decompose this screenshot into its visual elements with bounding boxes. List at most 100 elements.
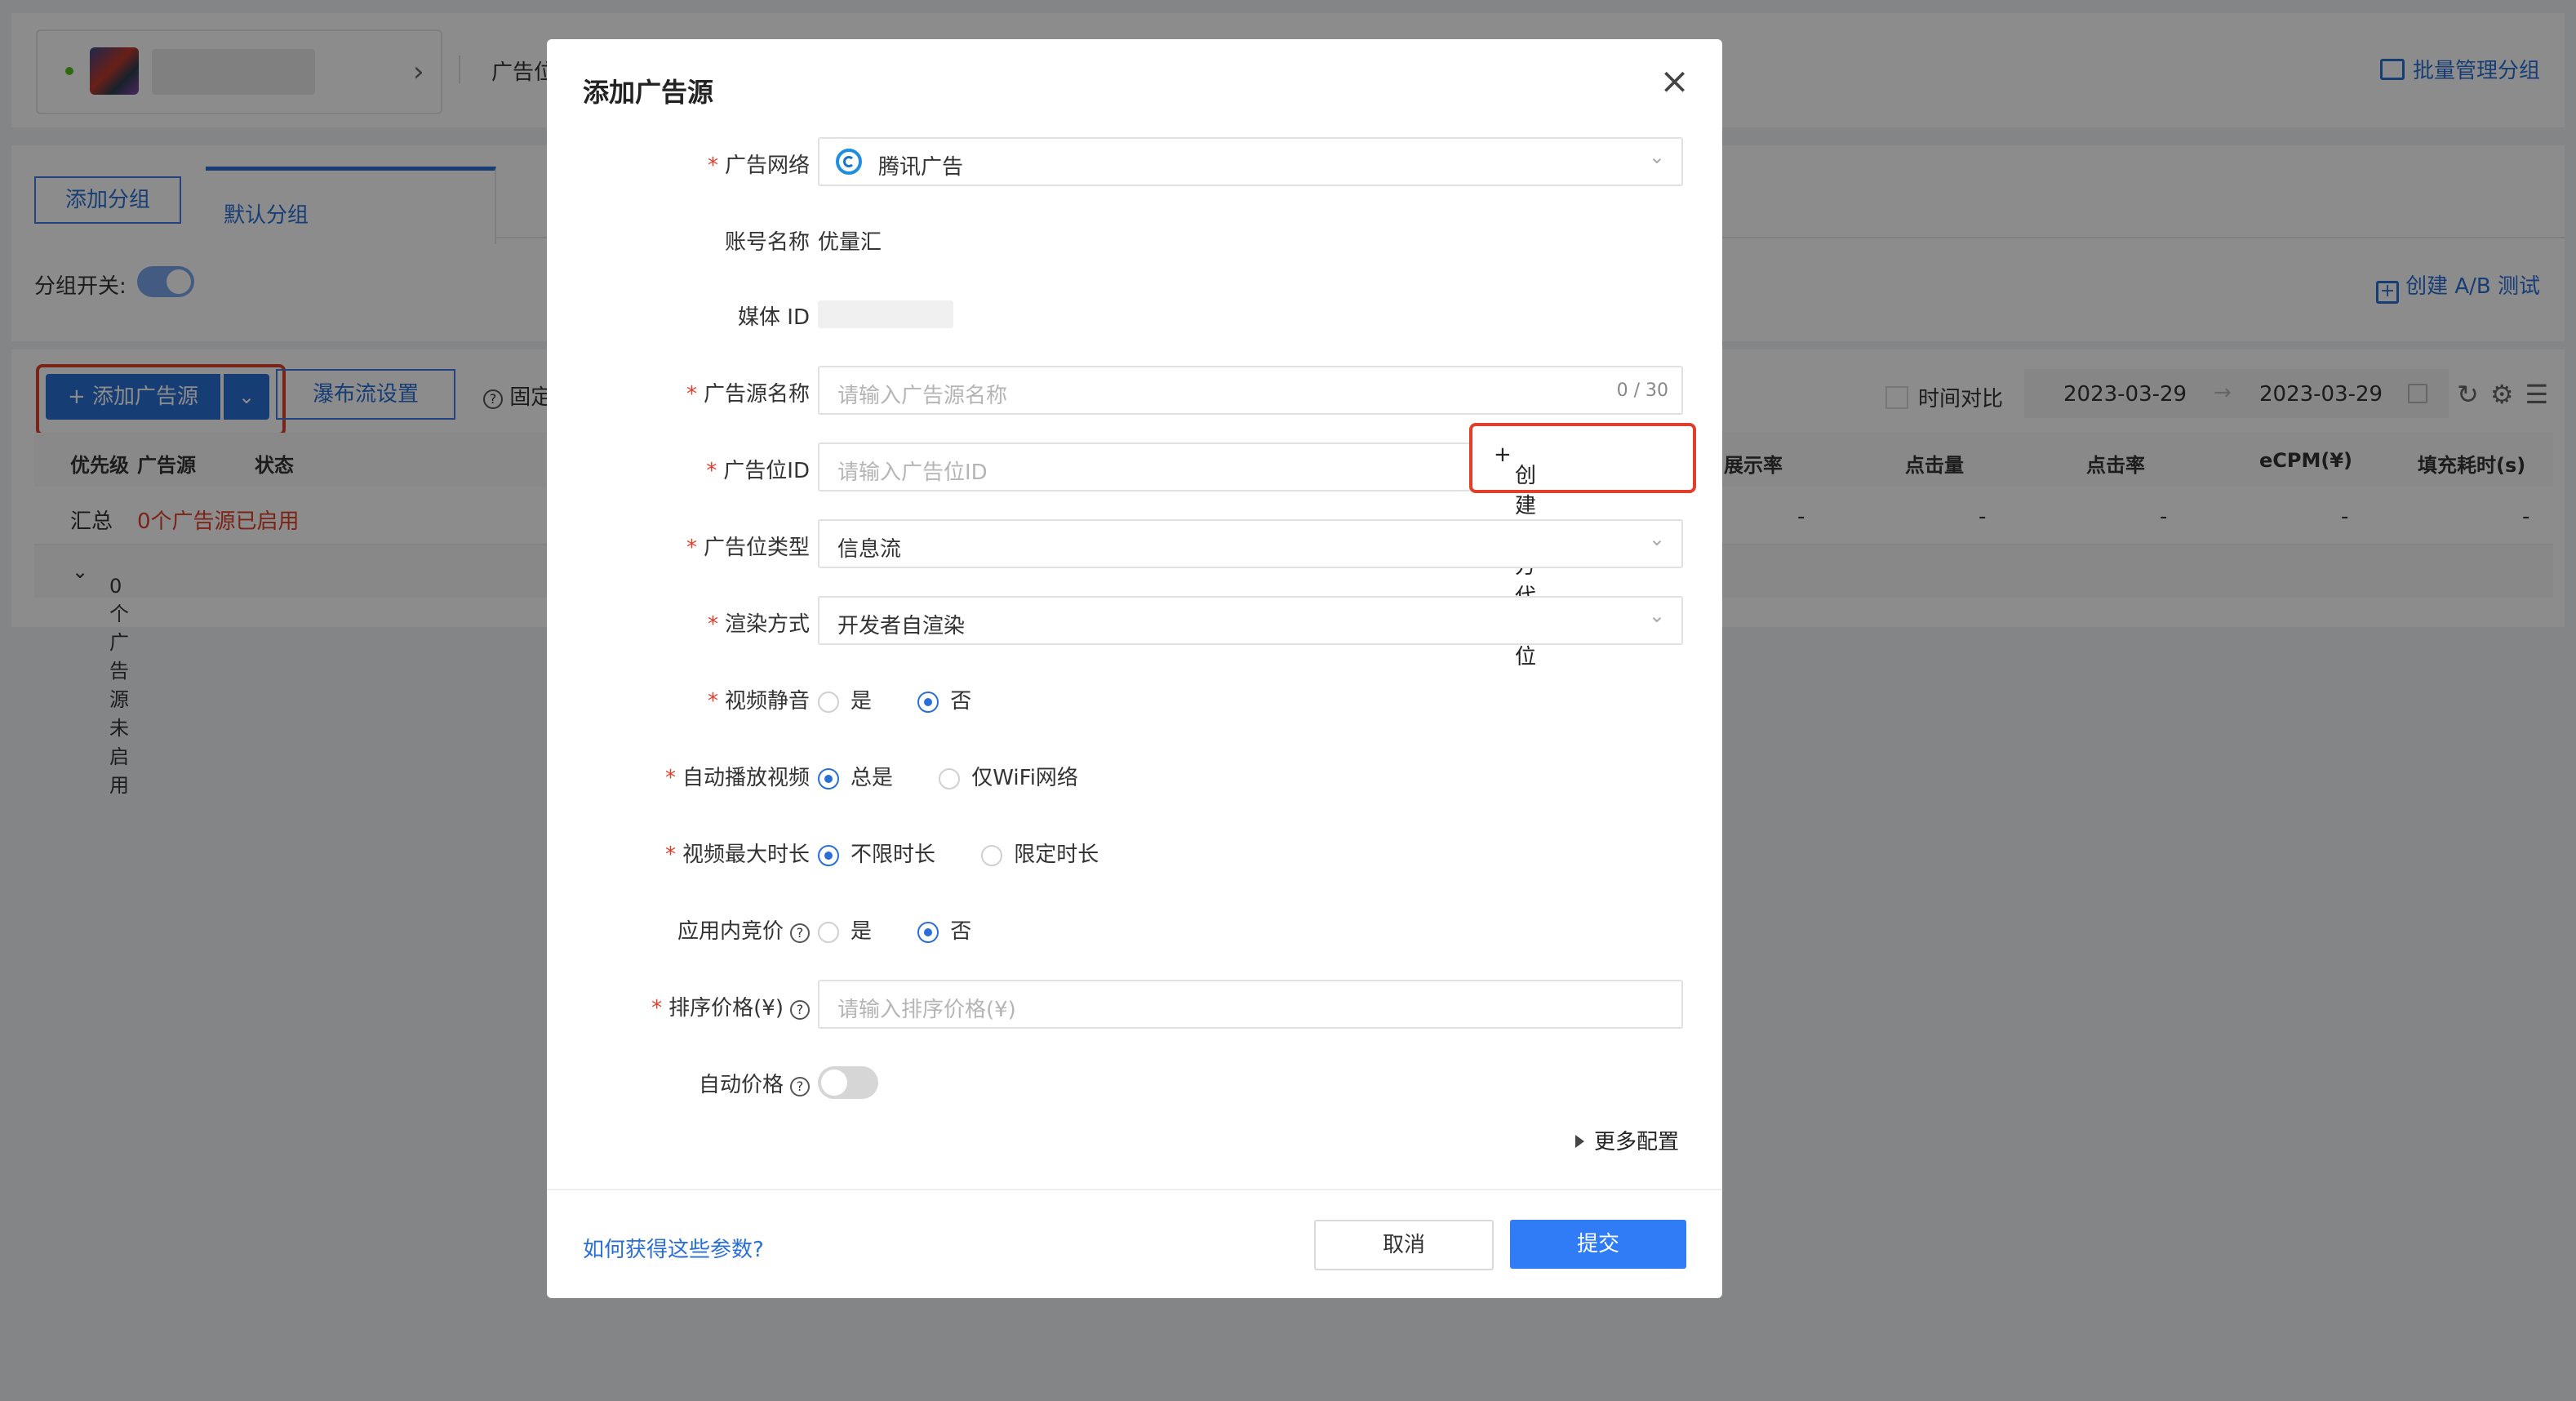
source-name-input[interactable]: 请输入广告源名称 0 / 30 [818,366,1683,415]
field-label: * 渲染方式 [708,607,810,638]
create-third-party-slot-button[interactable]: + 创建三方代码位 [1469,423,1696,669]
field-ad-slot-type: * 广告位类型 信息流 ⌄ [547,519,1722,568]
tencent-ads-icon [836,149,862,175]
field-video-mute: * 视频静音 是 否 [547,673,1722,722]
field-source-name: * 广告源名称 请输入广告源名称 0 / 30 [547,366,1722,415]
field-label: 账号名称 [724,230,810,255]
field-account-name: 账号名称 优量汇 [547,214,1722,263]
radio-option[interactable]: 总是 [818,761,893,791]
radio-label: 不限时长 [851,843,936,867]
required-mark: * [707,612,718,637]
radio-label: 是 [851,689,873,714]
radio-icon [981,845,1003,866]
field-in-app-bidding: 应用内竞价? 是 否 [547,903,1722,952]
field-video-max-duration: * 视频最大时长 不限时长 限定时长 [547,826,1722,875]
required-mark: * [686,536,697,560]
required-mark: * [706,459,717,483]
radio-label: 否 [950,919,972,944]
caret-right-icon [1575,1135,1584,1148]
sort-price-input[interactable]: 请输入排序价格(¥) [818,980,1683,1029]
field-label: 媒体 ID [738,305,810,330]
label-text: 自动价格 [698,1073,784,1097]
input-placeholder: 请输入广告位ID [837,460,988,485]
submit-button[interactable]: 提交 [1510,1220,1686,1269]
radio-checked-icon [818,845,839,866]
radio-option[interactable]: 否 [917,684,971,714]
autoplay-radio-group: 总是 仅WiFi网络 [818,761,1117,791]
label-text: 广告位类型 [703,536,810,560]
chevron-down-icon: ⌄ [1648,145,1665,168]
radio-option[interactable]: 否 [917,914,971,945]
help-icon[interactable]: ? [790,1000,810,1020]
ad-slot-type-select[interactable]: 信息流 ⌄ [818,519,1683,568]
more-config-label: 更多配置 [1594,1130,1680,1154]
chevron-down-icon: ⌄ [1648,527,1665,550]
label-text: 应用内竞价 [677,919,784,944]
radio-option[interactable]: 仅WiFi网络 [939,761,1078,791]
radio-label: 是 [851,919,873,944]
required-mark: * [664,766,676,790]
account-name-value: 优量汇 [818,230,882,255]
bidding-radio-group: 是 否 [818,914,1010,945]
more-config-toggle[interactable]: 更多配置 [1575,1125,1679,1155]
field-ad-network: * 广告网络 腾讯广告 ⌄ [547,137,1722,186]
field-ad-slot-id: *广告位ID 请输入广告位ID + 创建三方代码位 [547,423,1722,669]
radio-option[interactable]: 是 [818,914,872,945]
field-label: * 排序价格(¥)? [651,991,810,1021]
radio-label: 仅WiFi网络 [971,766,1078,790]
label-text: 广告位ID [723,459,810,483]
radio-checked-icon [917,692,939,713]
media-id-redacted [818,300,953,328]
radio-option[interactable]: 是 [818,684,872,714]
video-mute-radio-group: 是 否 [818,684,1010,714]
label-text: 广告源名称 [703,382,810,407]
radio-checked-icon [818,768,839,789]
field-label: * 广告位类型 [686,531,810,561]
radio-label: 总是 [851,766,894,790]
field-media-id: 媒体 ID [547,289,1722,338]
field-label: * 视频最大时长 [665,838,810,868]
required-mark: * [686,382,697,407]
create-3p-label: + 创建三方代码位 [1494,443,1537,669]
ad-slot-id-input[interactable]: 请输入广告位ID [818,443,1471,491]
label-text: 广告网络 [724,153,810,178]
ad-network-select[interactable]: 腾讯广告 ⌄ [818,137,1683,186]
field-label: 自动价格? [699,1068,810,1098]
required-mark: * [651,996,663,1021]
field-label: 应用内竞价? [677,914,810,945]
help-link[interactable]: 如何获得这些参数? [583,1233,764,1263]
radio-label: 否 [950,689,972,714]
video-max-radio-group: 不限时长 限定时长 [818,838,1138,868]
close-icon[interactable]: × [1659,64,1690,100]
select-value: 信息流 [837,537,902,562]
radio-icon [818,692,839,713]
radio-option[interactable]: 限定时长 [981,838,1099,868]
auto-price-toggle[interactable] [818,1066,878,1099]
label-text: 渲染方式 [724,612,810,637]
field-render-mode: * 渲染方式 开发者自渲染 ⌄ [547,596,1722,645]
select-value: 开发者自渲染 [837,614,966,638]
cancel-button[interactable]: 取消 [1314,1220,1494,1270]
radio-label: 限定时长 [1014,843,1099,867]
label-text: 视频最大时长 [682,843,810,867]
field-label: * 视频静音 [708,684,810,714]
divider [547,1189,1722,1190]
chevron-down-icon: ⌄ [1648,604,1665,627]
render-mode-select[interactable]: 开发者自渲染 ⌄ [818,596,1683,645]
add-source-dialog: 添加广告源 × * 广告网络 腾讯广告 ⌄ 账号名称 优量汇 媒体 ID * 广告源… [547,39,1722,1298]
field-label: * 广告位ID [706,454,810,484]
field-label: * 广告源名称 [686,377,810,407]
field-auto-price: 自动价格? [547,1056,1722,1105]
label-text: 自动播放视频 [682,766,810,790]
label-text: 排序价格(¥) [668,996,784,1021]
help-icon[interactable]: ? [790,1077,810,1096]
required-mark: * [707,689,718,714]
radio-option[interactable]: 不限时长 [818,838,935,868]
required-mark: * [664,843,676,867]
input-placeholder: 请输入排序价格(¥) [837,998,1016,1022]
help-icon[interactable]: ? [790,923,810,943]
field-label: * 广告网络 [708,149,810,179]
field-sort-price: * 排序价格(¥)? 请输入排序价格(¥) [547,980,1722,1029]
select-value: 腾讯广告 [878,155,964,180]
radio-icon [939,768,961,789]
